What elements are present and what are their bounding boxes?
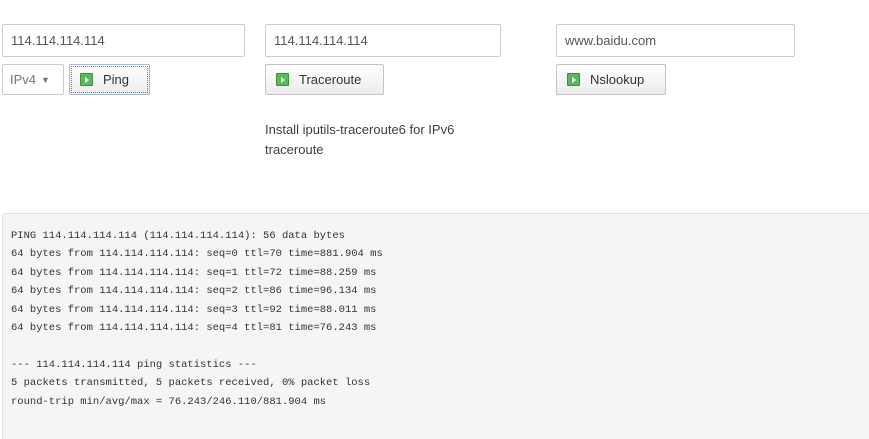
caret-down-icon: ▼ (41, 74, 50, 85)
traceroute-section: Traceroute Install iputils-traceroute6 f… (265, 24, 505, 160)
traceroute-button[interactable]: Traceroute (265, 64, 384, 95)
nslookup-button[interactable]: Nslookup (556, 64, 666, 95)
output-line: 64 bytes from 114.114.114.114: seq=3 ttl… (11, 303, 377, 316)
traceroute-controls: Traceroute (265, 64, 505, 95)
ping-button-label: Ping (103, 72, 130, 87)
output-line: 64 bytes from 114.114.114.114: seq=0 ttl… (11, 248, 383, 261)
traceroute-ipv6-hint: Install iputils-traceroute6 for IPv6 tra… (265, 122, 455, 157)
traceroute-button-label: Traceroute (299, 72, 362, 87)
output-line: 64 bytes from 114.114.114.114: seq=4 ttl… (11, 321, 377, 334)
nslookup-section: Nslookup (556, 24, 795, 95)
play-icon (80, 73, 93, 86)
play-icon (567, 73, 580, 86)
protocol-select[interactable]: IPv4 ▼ (2, 64, 64, 95)
nslookup-controls: Nslookup (556, 64, 795, 95)
ping-button[interactable]: Ping (69, 64, 150, 95)
traceroute-host-input[interactable] (265, 24, 501, 57)
play-icon (276, 73, 289, 86)
nslookup-host-input[interactable] (556, 24, 795, 57)
ping-section: IPv4 ▼ Ping (2, 24, 245, 95)
output-line: 64 bytes from 114.114.114.114: seq=1 ttl… (11, 266, 377, 279)
output-line: PING 114.114.114.114 (114.114.114.114): … (11, 230, 345, 242)
output-line: --- 114.114.114.114 ping statistics --- (11, 358, 257, 371)
output-line: round-trip min/avg/max = 76.243/246.110/… (11, 395, 327, 408)
network-diagnostics-page: IPv4 ▼ Ping Traceroute Install iputils-t… (0, 0, 869, 439)
nslookup-button-label: Nslookup (590, 72, 645, 87)
protocol-select-value: IPv4 (10, 72, 37, 87)
output-line: 64 bytes from 114.114.114.114: seq=2 ttl… (11, 285, 377, 298)
output-line: 5 packets transmitted, 5 packets receive… (11, 377, 371, 390)
ping-host-input[interactable] (2, 24, 245, 57)
command-output[interactable]: PING 114.114.114.114 (114.114.114.114): … (2, 213, 869, 439)
ping-controls: IPv4 ▼ Ping (2, 64, 245, 95)
